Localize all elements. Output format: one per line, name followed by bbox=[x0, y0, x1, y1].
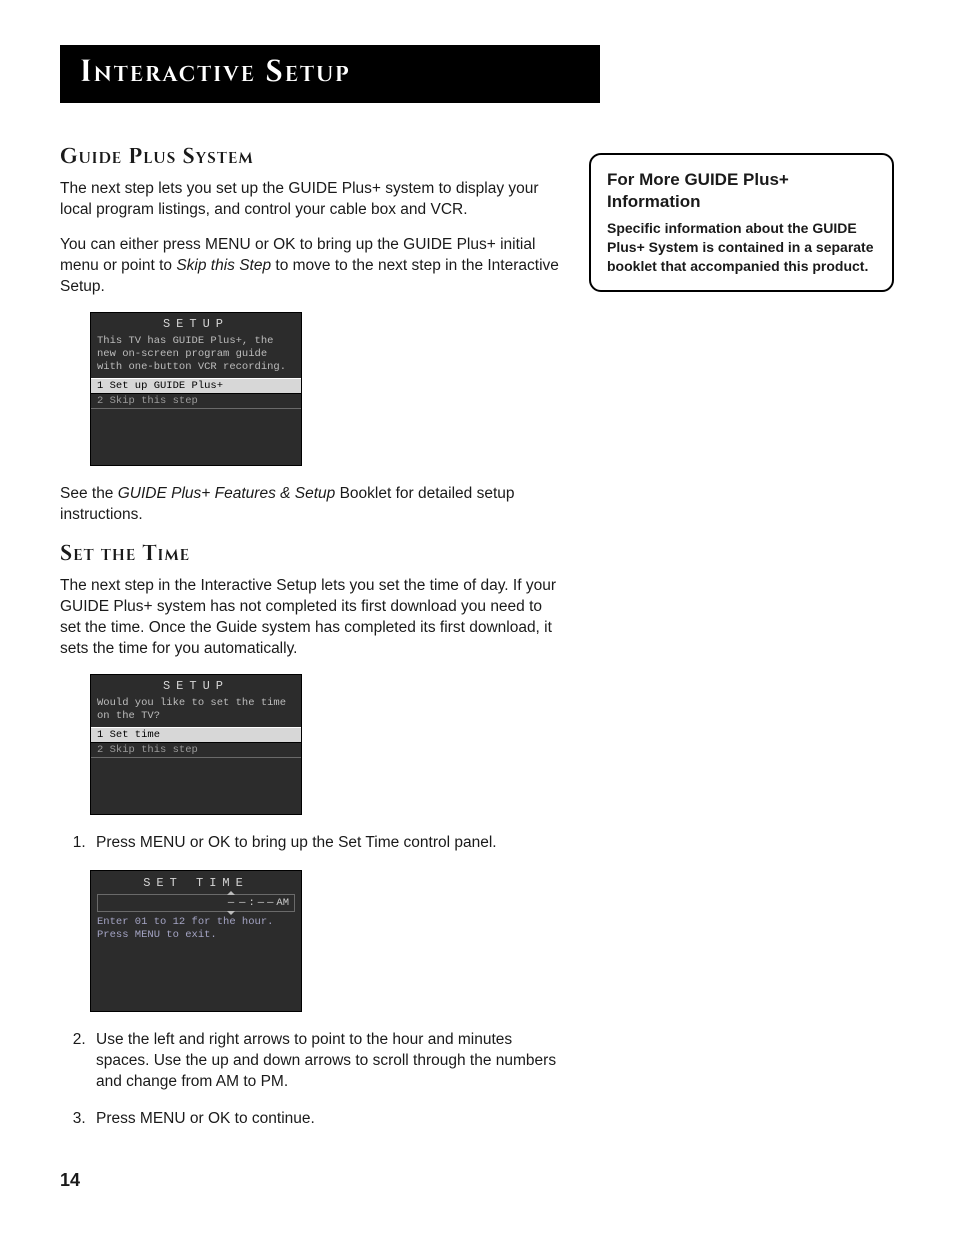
hour-tens-value: — bbox=[228, 897, 234, 909]
page-header: Interactive Setup bbox=[60, 45, 600, 103]
settime-para1: The next step in the Interactive Setup l… bbox=[60, 576, 561, 660]
section-title-settime: Set the Time bbox=[60, 540, 561, 568]
step-3: Press MENU or OK to continue. bbox=[90, 1109, 561, 1130]
set-time-title: SET TIME bbox=[91, 871, 301, 894]
sidebar-text: Specific information about the GUIDE Plu… bbox=[607, 219, 876, 276]
arrow-down-icon bbox=[227, 911, 235, 915]
arrow-up-icon bbox=[227, 891, 235, 895]
tv-setup-panel-guideplus: SETUP This TV has GUIDE Plus+, the new o… bbox=[90, 312, 302, 466]
guideplus-after-em: GUIDE Plus+ Features & Setup bbox=[118, 485, 336, 502]
hour-ones-value: — bbox=[239, 897, 245, 909]
guideplus-para2-em: Skip this Step bbox=[176, 257, 271, 274]
guideplus-para2: You can either press MENU or OK to bring… bbox=[60, 235, 561, 298]
minute-tens-value: — bbox=[258, 897, 264, 909]
tv-panel-title: SETUP bbox=[91, 313, 301, 333]
set-time-line2: Press MENU to exit. bbox=[91, 929, 301, 943]
hour-tens-slot[interactable]: — bbox=[226, 897, 236, 909]
step-1: Press MENU or OK to bring up the Set Tim… bbox=[90, 833, 561, 854]
step-2: Use the left and right arrows to point t… bbox=[90, 1030, 561, 1093]
guideplus-after: See the GUIDE Plus+ Features & Setup Boo… bbox=[60, 484, 561, 526]
tv-panel-desc: Would you like to set the time on the TV… bbox=[91, 695, 301, 725]
tv-panel-desc: This TV has GUIDE Plus+, the new on-scre… bbox=[91, 333, 301, 376]
menu-item-set-time[interactable]: 1 Set time bbox=[91, 727, 301, 743]
tv-set-time-panel: SET TIME — — : — — AM Enter 01 to 12 for… bbox=[90, 870, 302, 1012]
time-colon: : bbox=[248, 897, 254, 909]
menu-item-skip-step[interactable]: 2 Skip this step bbox=[91, 394, 301, 409]
tv-setup-panel-settime: SETUP Would you like to set the time on … bbox=[90, 674, 302, 815]
guideplus-para1: The next step lets you set up the GUIDE … bbox=[60, 179, 561, 221]
menu-item-skip-step[interactable]: 2 Skip this step bbox=[91, 743, 301, 758]
guideplus-after-a: See the bbox=[60, 485, 118, 502]
tv-panel-title: SETUP bbox=[91, 675, 301, 695]
sidebar-title: For More GUIDE Plus+ Information bbox=[607, 169, 876, 213]
page-number: 14 bbox=[60, 1170, 561, 1191]
sidebar-info-box: For More GUIDE Plus+ Information Specifi… bbox=[589, 153, 894, 292]
time-input-row[interactable]: — — : — — AM bbox=[97, 894, 295, 912]
ampm-value: AM bbox=[276, 897, 289, 909]
minute-ones-value: — bbox=[267, 897, 273, 909]
menu-item-setup-guideplus[interactable]: 1 Set up GUIDE Plus+ bbox=[91, 378, 301, 394]
set-time-line1: Enter 01 to 12 for the hour. bbox=[91, 916, 301, 930]
section-title-guideplus: Guide Plus System bbox=[60, 143, 561, 171]
